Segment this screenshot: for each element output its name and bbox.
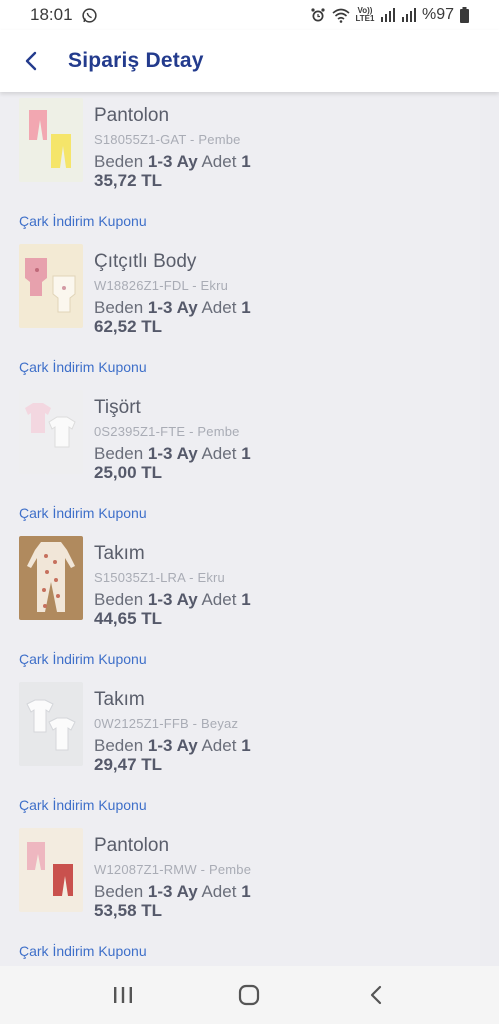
product-price: 25,00 TL xyxy=(94,463,163,482)
product-name[interactable]: Çıtçıtlı Body xyxy=(94,250,472,274)
home-icon xyxy=(239,984,260,1006)
order-item: Takım S15035Z1-LRA - Ekru Beden 1-3 Ay A… xyxy=(0,536,480,682)
product-name[interactable]: Pantolon xyxy=(94,834,472,858)
product-info: Pantolon W12087Z1-RMW - Pembe Beden 1-3 … xyxy=(94,828,472,920)
wifi-icon xyxy=(332,8,350,23)
order-item: Takım 0W2125Z1-FFB - Beyaz Beden 1-3 Ay … xyxy=(0,682,480,828)
product-price: 44,65 TL xyxy=(94,609,163,628)
whatsapp-icon xyxy=(81,7,98,24)
order-item: Çıtçıtlı Body W18826Z1-FDL - Ekru Beden … xyxy=(0,244,480,390)
product-image[interactable] xyxy=(19,244,83,328)
product-code: S15035Z1-LRA - Ekru xyxy=(94,570,225,585)
product-image[interactable] xyxy=(19,536,83,620)
product-price: 53,58 TL xyxy=(94,901,163,920)
page-title: Sipariş Detay xyxy=(68,49,204,72)
order-item: Tişört 0S2395Z1-FTE - Pembe Beden 1-3 Ay… xyxy=(0,390,480,536)
alarm-icon xyxy=(310,7,326,23)
order-item: Pantolon W12087Z1-RMW - Pembe Beden 1-3 … xyxy=(0,828,480,966)
product-info: Çıtçıtlı Body W18826Z1-FDL - Ekru Beden … xyxy=(94,244,472,336)
product-size-qty: Beden 1-3 Ay Adet 1 xyxy=(94,298,251,317)
product-info: Takım S15035Z1-LRA - Ekru Beden 1-3 Ay A… xyxy=(94,536,472,628)
system-nav-bar xyxy=(0,966,499,1024)
product-size-qty: Beden 1-3 Ay Adet 1 xyxy=(94,152,251,171)
signal-icon xyxy=(380,8,395,22)
product-code: W12087Z1-RMW - Pembe xyxy=(94,862,252,877)
product-size-qty: Beden 1-3 Ay Adet 1 xyxy=(94,590,251,609)
product-info: Pantolon S18055Z1-GAT - Pembe Beden 1-3 … xyxy=(94,98,472,190)
product-image[interactable] xyxy=(19,828,83,912)
product-size-qty: Beden 1-3 Ay Adet 1 xyxy=(94,882,251,901)
coupon-link[interactable]: Çark İndirim Kuponu xyxy=(19,505,147,521)
back-arrow-icon xyxy=(370,985,381,1005)
battery-percent: %97 xyxy=(421,6,454,23)
recent-apps-button[interactable] xyxy=(93,971,153,1019)
product-price: 62,52 TL xyxy=(94,317,163,336)
product-image[interactable] xyxy=(19,98,83,182)
product-name[interactable]: Takım xyxy=(94,688,472,712)
product-price: 29,47 TL xyxy=(94,755,163,774)
status-time: 18:01 xyxy=(30,5,73,24)
chevron-left-icon xyxy=(25,51,37,71)
coupon-link[interactable]: Çark İndirim Kuponu xyxy=(19,797,147,813)
product-image[interactable] xyxy=(19,682,83,766)
coupon-link[interactable]: Çark İndirim Kuponu xyxy=(19,359,147,375)
product-info: Takım 0W2125Z1-FFB - Beyaz Beden 1-3 Ay … xyxy=(94,682,472,774)
volte-icon: Vo)) LTE1 xyxy=(355,6,375,23)
product-image[interactable] xyxy=(19,390,83,474)
product-name[interactable]: Tişört xyxy=(94,396,472,420)
coupon-link[interactable]: Çark İndirim Kuponu xyxy=(19,651,147,667)
home-button[interactable] xyxy=(219,971,279,1019)
system-back-button[interactable] xyxy=(346,971,406,1019)
product-size-qty: Beden 1-3 Ay Adet 1 xyxy=(94,444,251,463)
app-header: Sipariş Detay xyxy=(0,30,499,92)
product-name[interactable]: Pantolon xyxy=(94,104,472,128)
battery-icon xyxy=(460,7,469,23)
coupon-link[interactable]: Çark İndirim Kuponu xyxy=(19,213,147,229)
product-price: 35,72 TL xyxy=(94,171,163,190)
product-code: 0S2395Z1-FTE - Pembe xyxy=(94,424,240,439)
product-info: Tişört 0S2395Z1-FTE - Pembe Beden 1-3 Ay… xyxy=(94,390,472,482)
recent-apps-icon xyxy=(114,987,133,1003)
back-button[interactable] xyxy=(0,30,62,92)
coupon-link[interactable]: Çark İndirim Kuponu xyxy=(19,943,147,959)
order-item: Pantolon S18055Z1-GAT - Pembe Beden 1-3 … xyxy=(0,98,480,244)
order-detail-content[interactable]: Pantolon S18055Z1-GAT - Pembe Beden 1-3 … xyxy=(0,92,499,966)
product-code: S18055Z1-GAT - Pembe xyxy=(94,132,241,147)
order-items-list: Pantolon S18055Z1-GAT - Pembe Beden 1-3 … xyxy=(0,92,480,966)
signal-icon xyxy=(401,8,416,22)
product-size-qty: Beden 1-3 Ay Adet 1 xyxy=(94,736,251,755)
status-bar: 18:01 Vo)) LTE1 %97 xyxy=(0,0,499,30)
product-code: 0W2125Z1-FFB - Beyaz xyxy=(94,716,239,731)
product-code: W18826Z1-FDL - Ekru xyxy=(94,278,229,293)
product-name[interactable]: Takım xyxy=(94,542,472,566)
